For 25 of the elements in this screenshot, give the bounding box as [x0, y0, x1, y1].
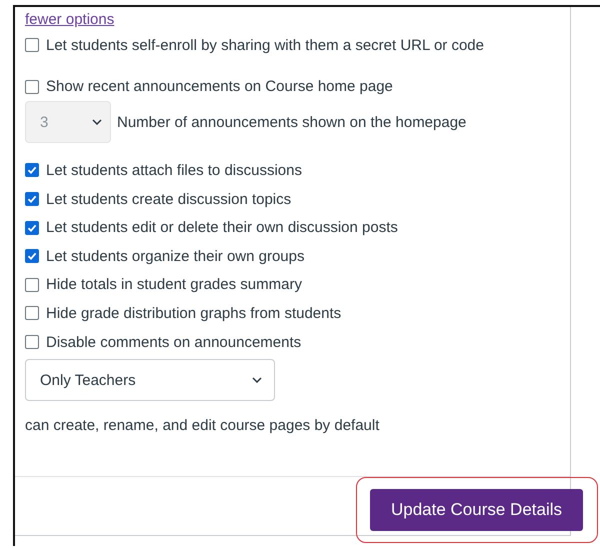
checkbox-label: Let students self-enroll by sharing with them a secret URL or code	[46, 36, 484, 54]
chevron-down-icon	[92, 119, 102, 126]
checkbox-label: Disable comments on announcements	[46, 334, 302, 351]
checkbox-label: Show recent announcements on Course home page	[46, 78, 393, 96]
checkbox-label: Let students edit or delete their own discussion posts	[46, 219, 398, 236]
checkbox[interactable]	[25, 192, 39, 206]
checkbox-label: Hide totals in student grades summary	[46, 276, 302, 294]
checkbox-label: Hide grade distribution graphs from students	[46, 304, 342, 322]
chevron-down-icon	[252, 377, 262, 384]
dropdown-caption: Number of announcements shown on the homepage	[117, 114, 466, 131]
checkbox[interactable]	[25, 335, 39, 350]
checkbox[interactable]	[25, 80, 39, 94]
checkbox[interactable]	[25, 220, 39, 235]
checkbox-label: Let students create discussion topics	[46, 190, 292, 208]
checkbox-label: Let students attach files to discussions	[46, 162, 302, 179]
checkbox[interactable]	[25, 38, 39, 52]
permission-caption: can create, rename, and edit course pages by default	[25, 417, 380, 434]
checkbox[interactable]	[25, 278, 39, 292]
checkbox[interactable]	[25, 163, 39, 178]
fewer-options-link[interactable]: fewer options	[25, 9, 114, 31]
permission-dropdown[interactable]: Only Teachers	[25, 359, 275, 402]
update-course-button[interactable]: Update Course Details	[370, 489, 583, 531]
checkbox-label: Let students organize their own groups	[46, 248, 304, 265]
checkbox[interactable]	[25, 249, 39, 264]
checkbox[interactable]	[25, 306, 39, 320]
